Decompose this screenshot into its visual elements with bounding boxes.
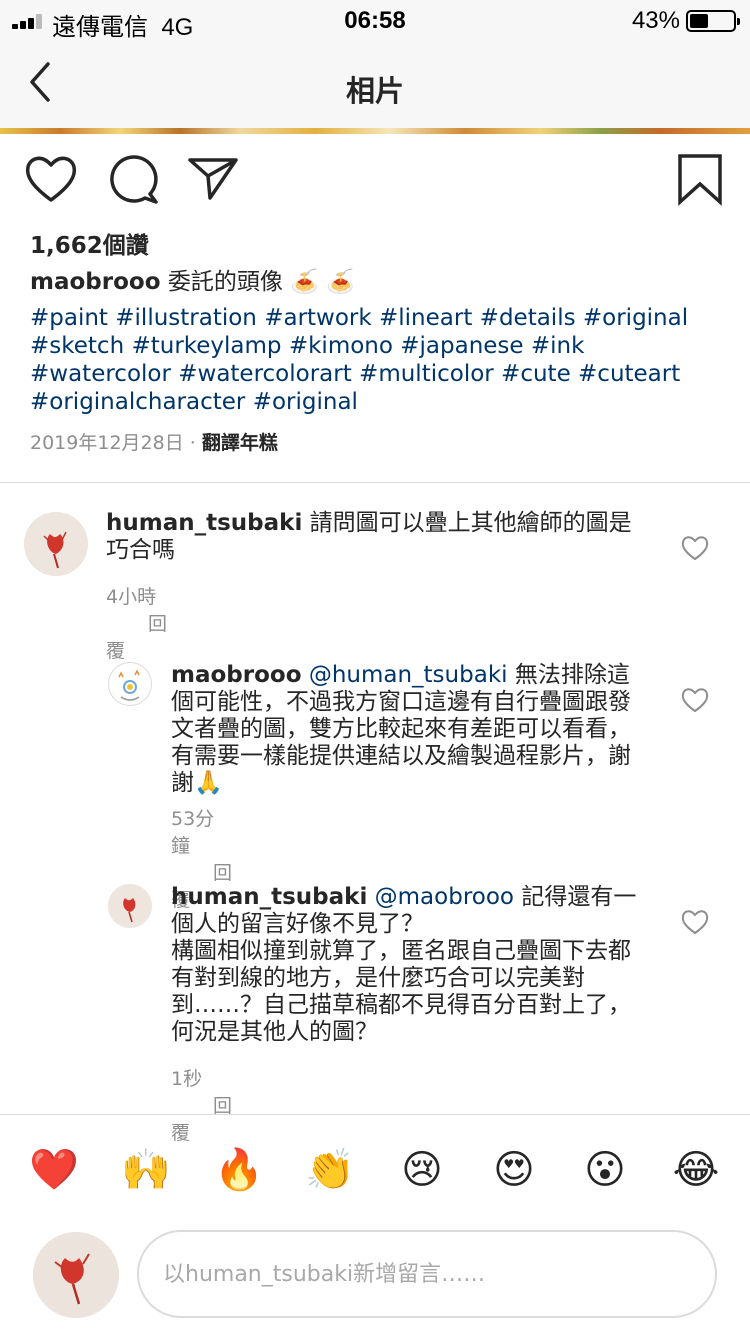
emoji-clapping[interactable]: 👏: [302, 1142, 358, 1198]
comment-text-continued: 構圖相似撞到就算了，匿名跟自己疊圖下去都有對到線的地方，是什麼巧合可以完美對到……: [171, 938, 631, 1045]
meta-separator: ·: [183, 432, 202, 454]
battery-icon: [686, 10, 740, 32]
heart-icon[interactable]: [680, 534, 710, 562]
emoji-crying[interactable]: 😢: [394, 1142, 450, 1198]
heart-icon[interactable]: [680, 686, 710, 714]
hashtags[interactable]: #paint #illustration #artwork #lineart #…: [30, 304, 730, 416]
emoji-heart[interactable]: ❤️: [26, 1142, 82, 1198]
nav-bar: 相片: [0, 40, 750, 128]
emoji-surprised[interactable]: 😮: [577, 1142, 633, 1198]
comment-time: 1秒: [171, 1068, 203, 1090]
heart-icon[interactable]: [680, 908, 710, 936]
emoji-fire[interactable]: 🔥: [211, 1142, 267, 1198]
caption-text: 委託的頭像 🍝 🍝: [167, 269, 355, 295]
current-user-avatar: [33, 1232, 119, 1318]
comment-footer: 4小時回覆: [106, 582, 167, 663]
reply-button[interactable]: 回覆: [106, 613, 167, 662]
post-date: 2019年12月28日: [30, 432, 184, 454]
translate-link[interactable]: 翻譯年糕: [202, 432, 278, 454]
divider: [0, 482, 750, 483]
comment-time: 4小時: [106, 586, 157, 608]
share-icon[interactable]: [184, 150, 242, 208]
comment-time: 53分鐘: [171, 808, 215, 857]
comment-username[interactable]: maobrooo: [171, 662, 302, 688]
post-actions: [0, 150, 750, 210]
likes-count[interactable]: 1,662個讚: [30, 226, 149, 260]
heart-icon[interactable]: [22, 150, 80, 208]
divider: [0, 1114, 750, 1115]
avatar[interactable]: [108, 662, 152, 706]
comment-mention[interactable]: @maobrooo: [375, 884, 514, 910]
status-bar: 遠傳電信 4G 06:58 43%: [0, 0, 750, 41]
comment-input[interactable]: [137, 1230, 717, 1318]
post-photo-edge[interactable]: [0, 128, 750, 134]
comment-footer: 1秒回覆: [171, 1064, 232, 1145]
caption-username[interactable]: maobrooo: [30, 269, 161, 295]
emoji-tears-of-joy[interactable]: 😂: [668, 1142, 724, 1198]
emoji-bar: ❤️ 🙌 🔥 👏 😢 😍 😮 😂: [0, 1142, 750, 1198]
post-meta: 2019年12月28日 · 翻譯年糕: [30, 428, 278, 455]
bookmark-icon[interactable]: [672, 150, 730, 208]
comment-username[interactable]: human_tsubaki: [106, 510, 302, 536]
page-title: 相片: [345, 74, 404, 108]
comment-username[interactable]: human_tsubaki: [171, 884, 367, 910]
avatar[interactable]: [24, 512, 88, 576]
reply-button[interactable]: 回覆: [171, 1095, 232, 1144]
emoji-heart-eyes[interactable]: 😍: [486, 1142, 542, 1198]
comment-icon[interactable]: [104, 150, 162, 208]
battery-percent: 43%: [631, 7, 680, 34]
post-caption: maobrooo 委託的頭像 🍝 🍝: [30, 268, 730, 296]
comment-mention[interactable]: @human_tsubaki: [309, 662, 508, 688]
emoji-raised-hands[interactable]: 🙌: [118, 1142, 174, 1198]
avatar[interactable]: [108, 884, 152, 928]
